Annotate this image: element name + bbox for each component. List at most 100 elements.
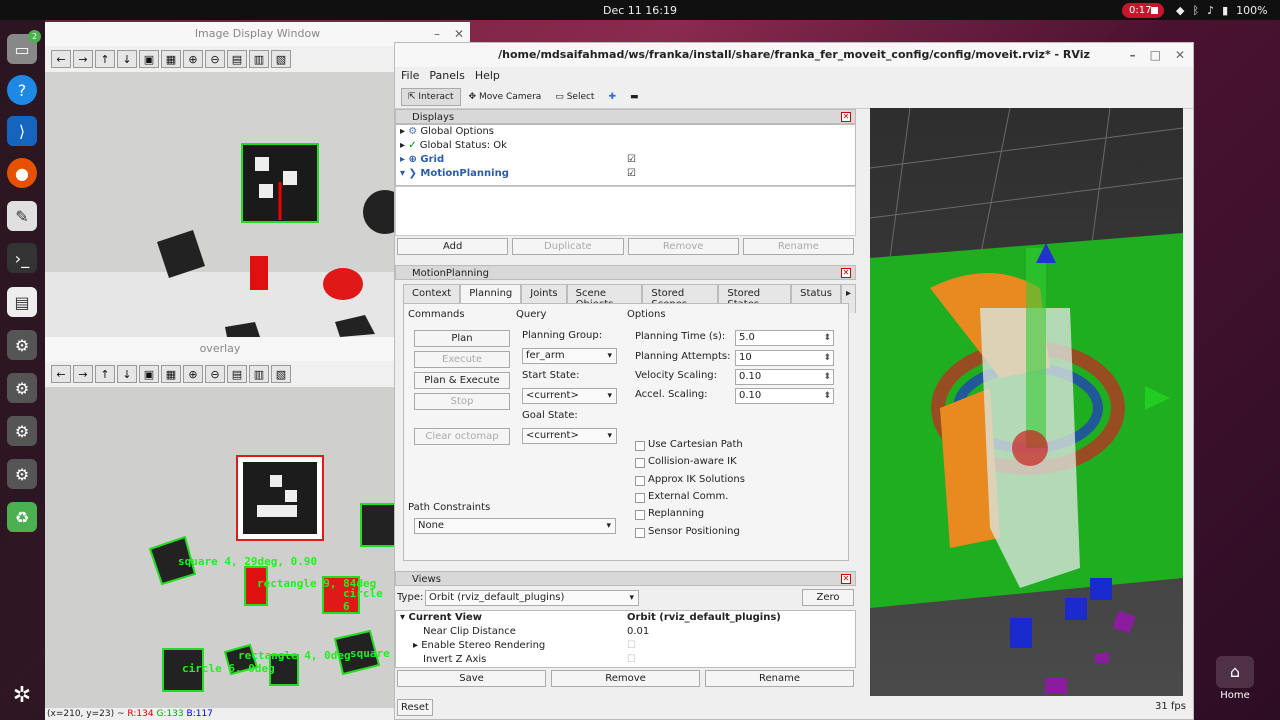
home-folder-icon[interactable]: ⌂ — [1216, 656, 1254, 688]
minimize-icon[interactable]: – — [434, 27, 440, 41]
zoom-out-icon[interactable]: ⊖ — [205, 50, 225, 68]
tree-row[interactable]: ▸ ⚙ Global Options — [396, 125, 855, 139]
system-tray[interactable]: ◆ ᛒ ♪ ▮ 100% — [1176, 4, 1276, 17]
plan-button[interactable]: Plan — [414, 330, 510, 347]
remove-tool-icon[interactable]: ▬ — [624, 89, 645, 105]
recording-indicator[interactable]: 0:17 — [1122, 3, 1164, 18]
save-view-button[interactable]: Save — [397, 670, 546, 687]
planning-attempts-input[interactable]: 10 — [735, 350, 834, 366]
tree-row[interactable]: ▸ ⊕ Grid ☑ — [396, 153, 855, 167]
tree-row[interactable]: ▾ ❯ MotionPlanning ☑ — [396, 167, 855, 181]
settings-icon-4[interactable]: ⚙ — [7, 459, 37, 489]
arrow-left-icon[interactable]: ← — [51, 50, 71, 68]
properties-icon[interactable]: ▧ — [271, 365, 291, 383]
clear-octomap-button[interactable]: Clear octomap — [414, 428, 510, 445]
start-state-select[interactable]: <current> — [522, 388, 617, 404]
close-icon[interactable]: ✕ — [841, 112, 851, 122]
settings-icon-3[interactable]: ⚙ — [7, 416, 37, 446]
text-editor-icon[interactable]: ✎ — [7, 201, 37, 231]
interact-tool[interactable]: ⇱ Interact — [401, 87, 461, 106]
zoom-in-icon[interactable]: ⊕ — [183, 365, 203, 383]
tree-row[interactable]: ▸ ✓ Global Status: Ok — [396, 139, 855, 153]
velocity-scaling-input[interactable]: 0.10 — [735, 369, 834, 385]
arrow-left-icon[interactable]: ← — [51, 365, 71, 383]
properties-icon[interactable]: ▧ — [271, 50, 291, 68]
menu-panels[interactable]: Panels — [429, 67, 464, 85]
external-comm-checkbox[interactable]: External Comm. — [635, 491, 728, 503]
plan-execute-button[interactable]: Plan & Execute — [414, 372, 510, 389]
copy-icon[interactable]: ▥ — [249, 365, 269, 383]
save-icon[interactable]: ▤ — [227, 50, 247, 68]
checkbox[interactable]: ☐ — [627, 653, 636, 667]
rename-button[interactable]: Rename — [742, 238, 854, 255]
close-icon[interactable]: ✕ — [841, 574, 851, 584]
arrow-up-icon[interactable]: ↑ — [95, 365, 115, 383]
apps-grid-icon[interactable]: ✲ — [7, 680, 37, 710]
zoom-original-icon[interactable]: ▦ — [161, 50, 181, 68]
zoom-original-icon[interactable]: ▦ — [161, 365, 181, 383]
tree-row[interactable]: ▸ Enable Stereo Rendering ☐ — [396, 639, 855, 653]
tree-row[interactable]: ▾ Current View Orbit (rviz_default_plugin… — [396, 611, 855, 625]
checkbox[interactable]: ☐ — [627, 639, 636, 653]
planning-group-select[interactable]: fer_arm — [522, 348, 617, 364]
close-icon[interactable]: ✕ — [841, 268, 851, 278]
zero-button[interactable]: Zero — [802, 589, 854, 606]
arrow-down-icon[interactable]: ↓ — [117, 365, 137, 383]
vscode-icon[interactable]: ⟩ — [7, 116, 37, 146]
maximize-icon[interactable]: □ — [1150, 48, 1161, 62]
close-icon[interactable]: ✕ — [1175, 48, 1185, 62]
menu-file[interactable]: File — [401, 67, 419, 85]
tree-row[interactable]: Invert Z Axis ☐ — [396, 653, 855, 667]
save-icon[interactable]: ▤ — [227, 365, 247, 383]
menu-help[interactable]: Help — [475, 67, 500, 85]
collision-aware-ik-checkbox[interactable]: Collision-aware IK — [635, 456, 737, 468]
files-icon[interactable]: ▭ 2 — [7, 30, 41, 64]
add-button[interactable]: Add — [397, 238, 509, 255]
checkbox[interactable]: ☑ — [627, 167, 636, 181]
settings-icon[interactable]: ⚙ — [7, 330, 37, 360]
stop-button[interactable]: Stop — [414, 393, 510, 410]
view-type-select[interactable]: Orbit (rviz_default_plugins) — [425, 590, 639, 606]
arrow-down-icon[interactable]: ↓ — [117, 50, 137, 68]
arrow-right-icon[interactable]: → — [73, 50, 93, 68]
settings-icon-2[interactable]: ⚙ — [7, 373, 37, 403]
duplicate-button[interactable]: Duplicate — [512, 238, 624, 255]
help-icon[interactable]: ? — [7, 75, 37, 105]
sensor-positioning-checkbox[interactable]: Sensor Positioning — [635, 526, 740, 538]
zoom-fit-icon[interactable]: ▣ — [139, 365, 159, 383]
zoom-out-icon[interactable]: ⊖ — [205, 365, 225, 383]
camera-image[interactable] — [45, 72, 395, 337]
minimize-icon[interactable]: – — [1130, 48, 1136, 62]
arrow-right-icon[interactable]: → — [73, 365, 93, 383]
accel-scaling-input[interactable]: 0.10 — [735, 388, 834, 404]
tree-row[interactable]: Near Clip Distance 0.01 — [396, 625, 855, 639]
rviz-title: /home/mdsaifahmad/ws/franka/install/shar… — [395, 43, 1193, 67]
close-icon[interactable]: ✕ — [454, 27, 464, 41]
cartesian-path-checkbox[interactable]: Use Cartesian Path — [635, 439, 743, 451]
overlay-image[interactable]: square 4, 29deg, 0.90 rectangle 9, 84deg… — [45, 387, 395, 708]
terminal-icon[interactable]: ›_ — [7, 243, 37, 273]
arrow-up-icon[interactable]: ↑ — [95, 50, 115, 68]
3d-viewport[interactable] — [870, 108, 1183, 696]
firefox-icon[interactable]: ● — [7, 158, 37, 188]
add-tool-icon[interactable]: ✚ — [602, 89, 622, 105]
goal-state-select[interactable]: <current> — [522, 428, 617, 444]
approx-ik-checkbox[interactable]: Approx IK Solutions — [635, 474, 745, 486]
path-constraints-select[interactable]: None — [414, 518, 616, 534]
remove-view-button[interactable]: Remove — [551, 670, 700, 687]
replanning-checkbox[interactable]: Replanning — [635, 508, 704, 520]
remove-button[interactable]: Remove — [627, 238, 739, 255]
select-tool[interactable]: ▭ Select — [549, 89, 600, 105]
rename-view-button[interactable]: Rename — [705, 670, 854, 687]
document-viewer-icon[interactable]: ▤ — [7, 287, 37, 317]
reset-button[interactable]: Reset — [397, 699, 433, 716]
clock[interactable]: Dec 11 16:19 — [0, 4, 1280, 17]
copy-icon[interactable]: ▥ — [249, 50, 269, 68]
zoom-in-icon[interactable]: ⊕ — [183, 50, 203, 68]
execute-button[interactable]: Execute — [414, 351, 510, 368]
checkbox[interactable]: ☑ — [627, 153, 636, 167]
planning-time-input[interactable]: 5.0 — [735, 330, 834, 346]
move-camera-tool[interactable]: ✥ Move Camera — [463, 89, 548, 105]
trash-icon[interactable]: ♻ — [7, 502, 37, 532]
zoom-fit-icon[interactable]: ▣ — [139, 50, 159, 68]
